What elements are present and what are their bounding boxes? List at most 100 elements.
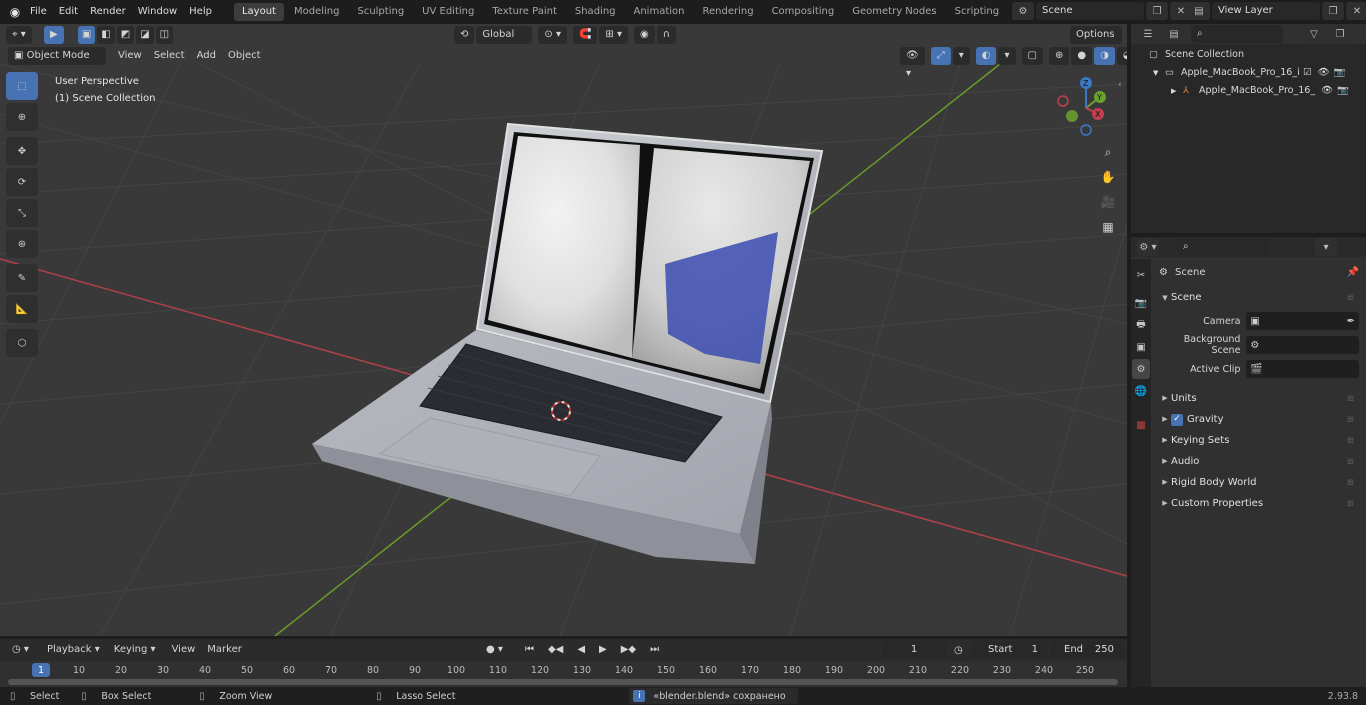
pin-icon[interactable]: 📌 [1347,267,1359,278]
subpanel-keying-sets[interactable]: ▶ Keying Sets ⁞⁞⁞⁞ [1159,430,1359,451]
status-message[interactable]: i «blender.blend» сохранено [629,688,798,704]
cursor-tool-icon[interactable]: ⊕ [6,103,38,131]
xray-icon[interactable]: ▢ [1021,47,1043,65]
select-intersect-icon[interactable]: ◫ [155,26,174,44]
tab-tool-icon[interactable]: ✂ [1132,265,1150,285]
orientation-icon[interactable]: ⟲ [454,26,475,44]
visibility-eye-icon[interactable]: 👁 [1318,64,1330,82]
new-view-layer-icon[interactable]: ❐ [1322,2,1344,20]
filter-icon[interactable]: ▽ [1303,25,1325,43]
record-keyframe-icon[interactable]: ● ▾ [480,641,509,659]
outliner-search-input[interactable]: ⌕ [1191,25,1283,43]
exclude-checkbox-icon[interactable]: ☑ [1303,64,1312,82]
tab-layout[interactable]: Layout [233,3,284,21]
snap-icon[interactable]: 🧲 [572,26,598,44]
expand-arrow-icon[interactable]: ▶ [1159,388,1171,409]
ortho-grid-icon[interactable]: ▦ [1096,215,1120,239]
outliner-item-object[interactable]: ▶ ⅄ Apple_MacBook_Pro_16_ 👁 📷 [1131,82,1366,100]
menu-add[interactable]: Add [191,47,222,65]
next-keyframe-icon[interactable]: ▶◆ [614,641,643,659]
pivot-point-icon[interactable]: ⊙ ▾ [538,26,567,44]
tab-compositing[interactable]: Compositing [764,3,843,21]
panel-grip-icon[interactable]: ⁞⁞⁞⁞ [1347,388,1354,409]
select-box-tool-icon[interactable]: ⬚ [6,72,38,100]
outliner-editor-type-icon[interactable]: ☰ [1137,25,1159,43]
panel-grip-icon[interactable]: ⁞⁞⁞⁞ [1347,451,1354,472]
subpanel-units[interactable]: ▶ Units ⁞⁞⁞⁞ [1159,388,1359,409]
delete-view-layer-icon[interactable]: ✕ [1346,2,1366,20]
camera-view-icon[interactable]: 🎥 [1096,190,1120,214]
tab-sculpting[interactable]: Sculpting [349,3,412,21]
view-layer-field[interactable]: View Layer [1212,2,1320,20]
tool-select-icon[interactable]: ▶ [43,26,64,44]
expand-arrow-icon[interactable]: ▶ [1159,430,1171,451]
marker-menu[interactable]: Marker [201,641,248,659]
timeline-scrollbar[interactable] [8,679,1118,685]
tab-render-icon[interactable]: 📷 [1132,293,1150,313]
menu-object[interactable]: Object [222,47,267,65]
end-frame-field[interactable]: End 250 [1050,641,1124,659]
panel-collapse-icon[interactable]: ▼ [1159,288,1171,308]
measure-tool-icon[interactable]: 📐 [6,295,38,323]
select-invert-icon[interactable]: ◪ [136,26,154,44]
select-new-icon[interactable]: ▣ [77,26,96,44]
scene-panel-header[interactable]: ▼ Scene ⁞⁞⁞⁞ [1159,288,1359,308]
scene-icon[interactable]: ⚙ [1012,2,1034,20]
options-button[interactable]: Options [1070,26,1122,44]
visibility-icon[interactable]: 👁 ▾ [900,47,925,79]
tab-shading[interactable]: Shading [567,3,624,21]
tab-texture-icon[interactable]: ▩ [1132,415,1150,435]
tab-uv-editing[interactable]: UV Editing [414,3,482,21]
background-scene-field[interactable]: ⚙ [1246,336,1359,354]
move-tool-icon[interactable]: ✥ [6,137,38,165]
expand-arrow-icon[interactable]: ▶ [1159,409,1171,430]
select-subtract-icon[interactable]: ◩ [116,26,135,44]
subpanel-audio[interactable]: ▶ Audio ⁞⁞⁞⁞ [1159,451,1359,472]
panel-grip-icon[interactable]: ⁞⁞⁞⁞ [1347,430,1354,451]
panel-grip-icon[interactable]: ⁞⁞⁞⁞ [1347,472,1354,493]
eyedropper-icon[interactable]: ✒ [1347,316,1355,327]
overlay-dropdown-icon[interactable]: ▾ [998,47,1016,65]
scale-tool-icon[interactable]: ⤡ [6,199,38,227]
properties-search-input[interactable]: ⌕ [1177,238,1269,256]
camera-field[interactable]: ▣ ✒ [1246,312,1359,330]
panel-grip-icon[interactable]: ⁞⁞⁞⁞ [1347,493,1354,514]
editor-type-icon[interactable]: ⌖ ▾ [6,26,32,44]
render-camera-icon[interactable]: 📷 [1334,64,1346,82]
expand-arrow-icon[interactable]: ▼ [1153,64,1165,82]
tab-rendering[interactable]: Rendering [694,3,761,21]
start-frame-field[interactable]: Start 1 [972,641,1048,659]
new-scene-icon[interactable]: ❐ [1146,2,1168,20]
3d-viewport[interactable]: Z Y X ⌖ ▾ ▶ ▣ ◧ ◩ ◪ ◫ ⟲ Global ⊙ ▾ 🧲 ⊞ ▾… [0,24,1127,636]
tab-texture-paint[interactable]: Texture Paint [484,3,565,21]
material-shading-icon[interactable]: ◑ [1094,47,1115,65]
laptop-model[interactable] [312,122,824,564]
properties-editor-type-icon[interactable]: ⚙ ▾ [1137,238,1159,256]
menu-render[interactable]: Render [84,2,132,22]
transform-orientation-dropdown[interactable]: Global [476,26,533,44]
subpanel-custom-properties[interactable]: ▶ Custom Properties ⁞⁞⁞⁞ [1159,493,1359,514]
menu-file[interactable]: File [24,2,53,22]
transform-tool-icon[interactable]: ⊛ [6,230,38,258]
subpanel-gravity[interactable]: ▶ ✓ Gravity ⁞⁞⁞⁞ [1159,409,1359,430]
tab-world-icon[interactable]: 🌐 [1132,381,1150,401]
preview-range-icon[interactable]: ◷ [954,645,968,656]
overlay-toggle-icon[interactable]: ◐ [975,47,997,65]
current-frame-field[interactable]: 1 [882,641,946,659]
menu-view[interactable]: View [112,47,148,65]
keying-menu[interactable]: Keying ▾ [107,641,162,659]
annotate-tool-icon[interactable]: ✎ [6,264,38,292]
play-icon[interactable]: ▶ [593,641,613,659]
pan-hand-icon[interactable]: ✋ [1096,165,1120,189]
gravity-checkbox[interactable]: ✓ [1171,413,1183,426]
expand-arrow-icon[interactable]: ▶ [1159,493,1171,514]
scene-name-field[interactable]: Scene [1036,2,1144,20]
visibility-eye-icon[interactable]: 👁 [1321,82,1333,100]
tab-scene-icon[interactable]: ⚙ [1132,359,1150,379]
menu-window[interactable]: Window [132,2,183,22]
zoom-icon[interactable]: ⌕ [1096,140,1120,164]
tab-geometry-nodes[interactable]: Geometry Nodes [844,3,944,21]
active-clip-field[interactable]: 🎬 [1246,360,1359,378]
jump-start-icon[interactable]: ⏮ [518,641,540,659]
solid-shading-icon[interactable]: ● [1071,47,1093,65]
